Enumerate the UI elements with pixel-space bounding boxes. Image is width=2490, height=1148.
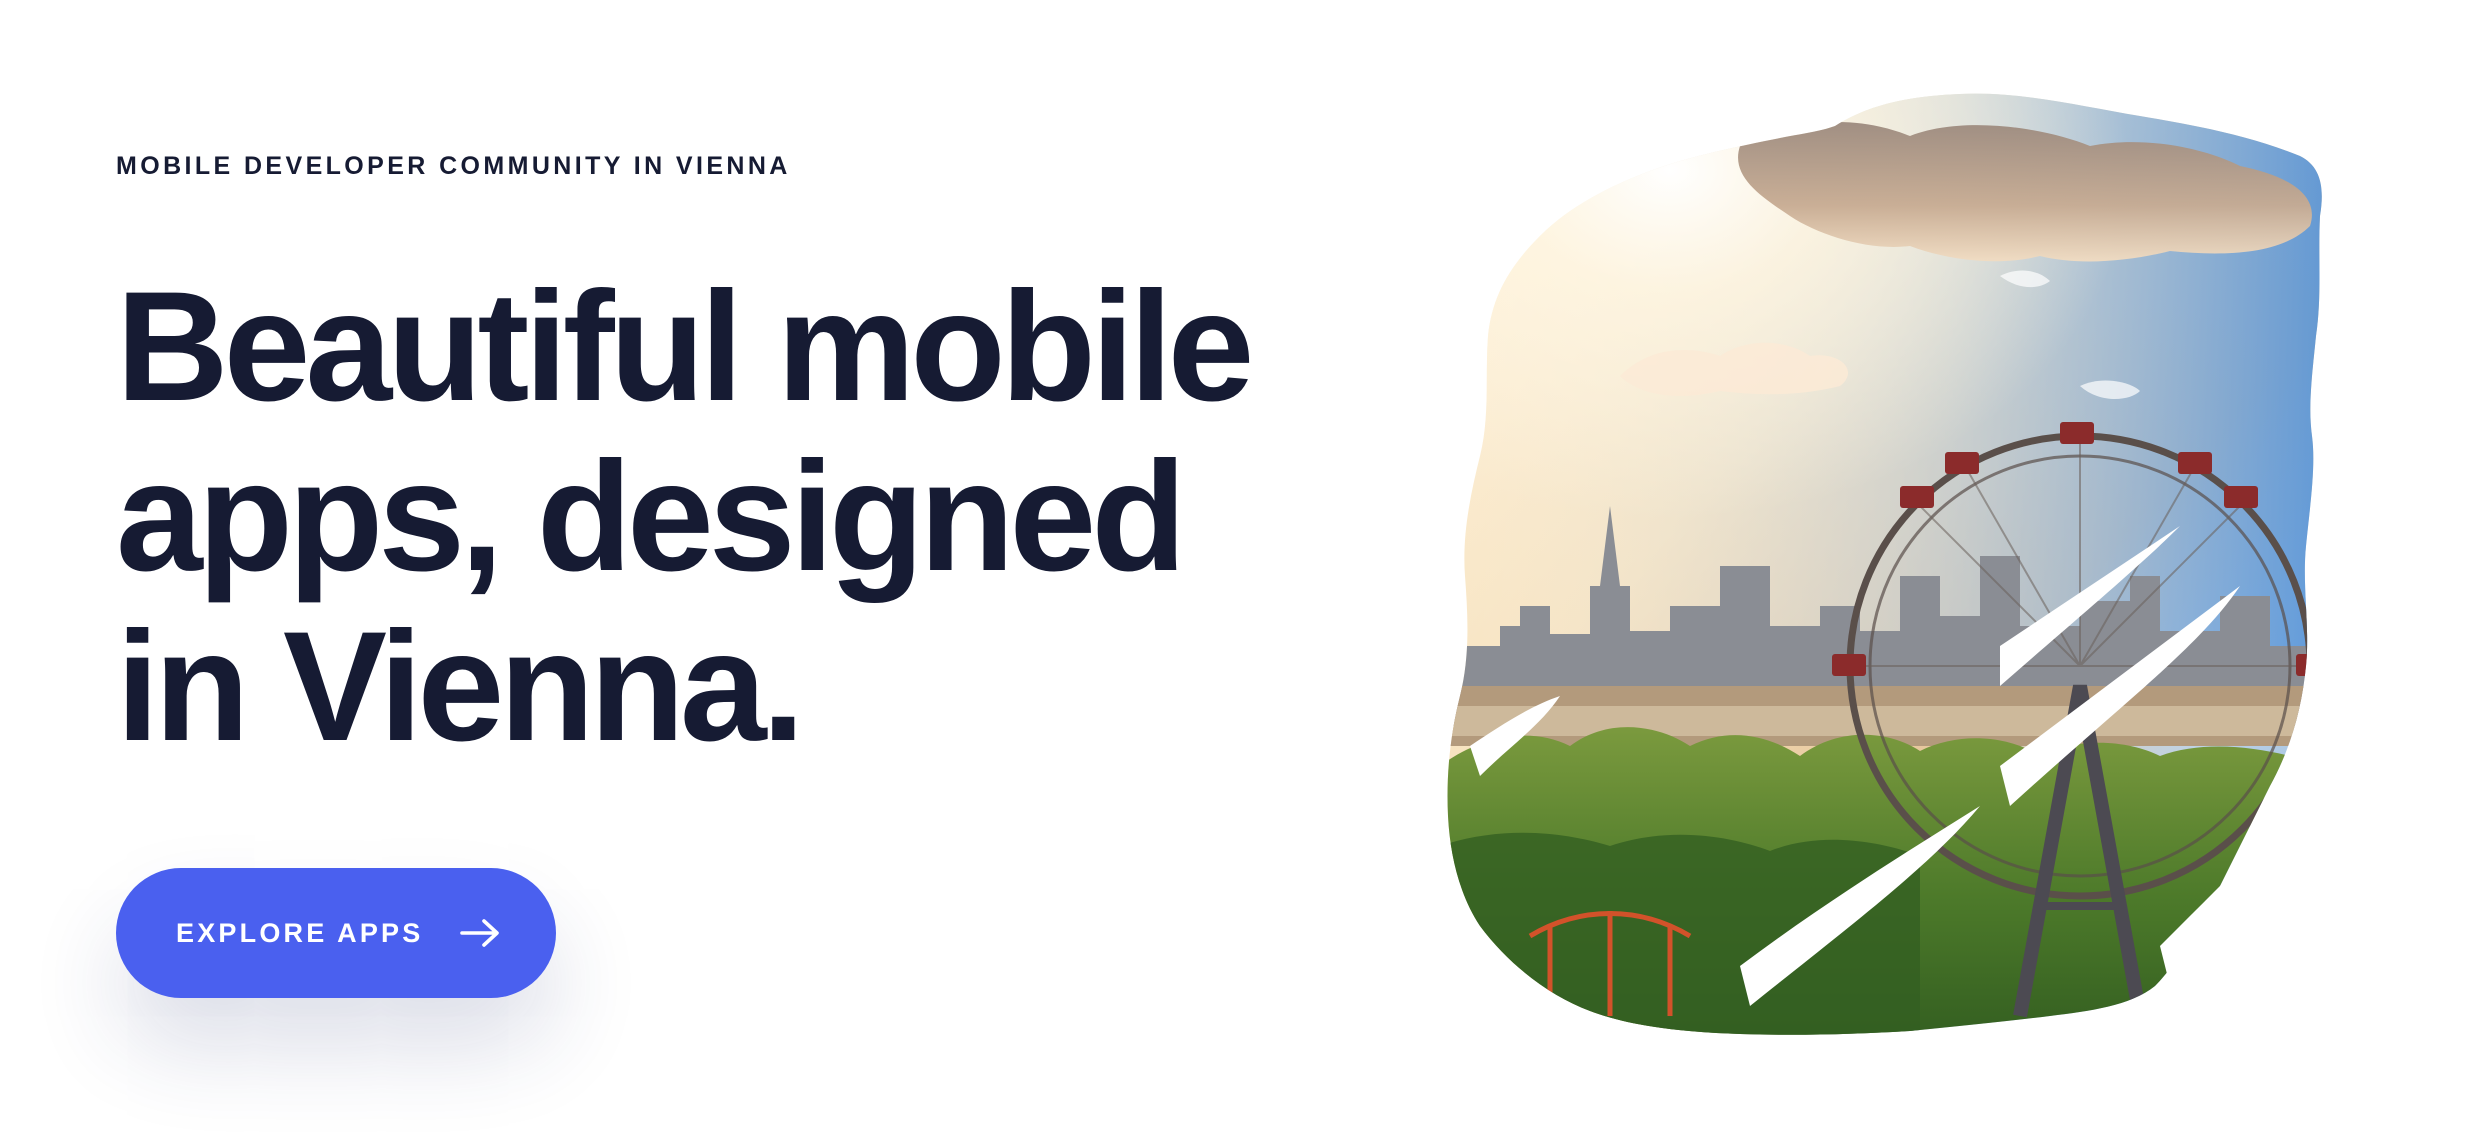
- headline-line-1: Beautiful mobile: [116, 260, 1254, 434]
- headline-line-3: in Vienna.: [116, 600, 805, 774]
- vienna-skyline-illustration: [1447, 93, 2322, 1035]
- explore-apps-button[interactable]: EXPLORE APPS: [116, 868, 556, 998]
- explore-apps-label: EXPLORE APPS: [176, 917, 424, 948]
- hero-section: MOBILE DEVELOPER COMMUNITY IN VIENNA Bea…: [0, 0, 2490, 1148]
- hero-eyebrow: MOBILE DEVELOPER COMMUNITY IN VIENNA: [116, 152, 791, 180]
- headline-line-2: apps, designed: [116, 430, 1187, 604]
- arrow-right-icon: [460, 919, 499, 947]
- hero-headline: Beautiful mobile apps, designed in Vienn…: [116, 262, 1416, 772]
- vienna-brushstroke-artwork: [1440, 86, 2360, 1066]
